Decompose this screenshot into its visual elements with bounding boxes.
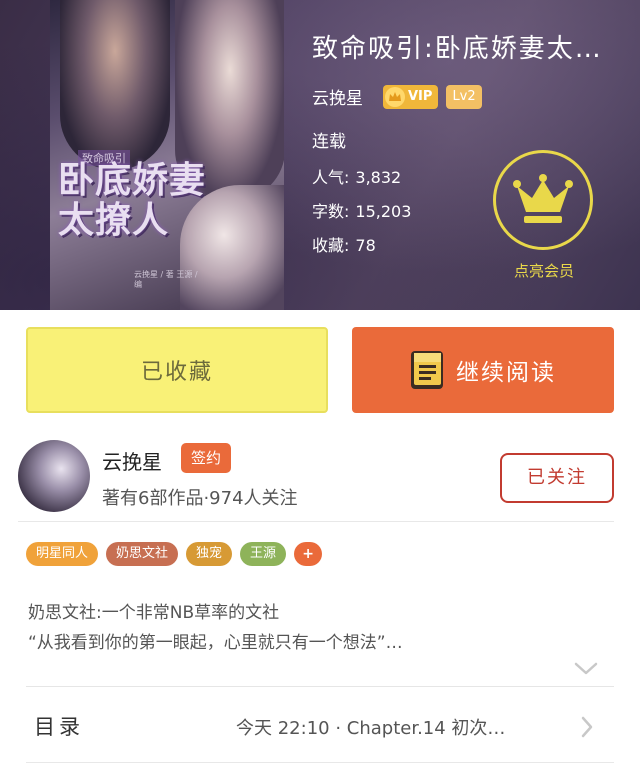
stat-key: 人气: [312, 168, 350, 187]
stat-value: 15,203 [355, 202, 412, 221]
divider [26, 686, 614, 687]
follow-button[interactable]: 已关注 [500, 453, 614, 503]
author-meta: 著有6部作品·974人关注 [102, 488, 298, 509]
tag-list: 明星同人 奶思文社 独宠 王源 + [26, 542, 323, 566]
collect-button[interactable]: 已收藏 [26, 327, 328, 413]
tag[interactable]: 王源 [240, 542, 287, 566]
book-icon [411, 351, 443, 389]
description-line: 奶思文社:一个非常NB草率的文社 [28, 603, 280, 623]
author-link[interactable]: 云挽星 [312, 84, 363, 109]
toc-label[interactable]: 目录 [34, 711, 84, 741]
description-line: “从我看到你的第一眼起，心里就只有一个想法”… [28, 633, 403, 653]
add-tag-button[interactable]: + [294, 542, 323, 566]
stat-value: 3,832 [355, 168, 402, 187]
avatar[interactable] [18, 440, 90, 512]
vip-label: VIP [408, 89, 433, 104]
divider [18, 521, 614, 522]
cover-figure [60, 0, 170, 170]
tag[interactable]: 明星同人 [26, 542, 99, 566]
read-label: 继续阅读 [456, 360, 556, 386]
stat-word-count: 字数: 15,203 [312, 198, 411, 222]
book-cover[interactable]: 致命吸引 卧底娇妻太撩人 云挽星 / 著 王源 / 编 [50, 0, 284, 310]
cover-credits: 云挽星 / 著 王源 / 编 [134, 270, 198, 289]
tag[interactable]: 独宠 [186, 542, 233, 566]
book-header: 致命吸引 卧底娇妻太撩人 云挽星 / 著 王源 / 编 致命吸引:卧底娇妻太… … [0, 0, 640, 310]
chevron-right-icon[interactable] [580, 716, 594, 738]
continue-reading-button[interactable]: 继续阅读 [352, 327, 614, 413]
serial-status: 连载 [312, 132, 346, 152]
stat-favorites: 收藏: 78 [312, 232, 376, 256]
stat-key: 字数: [312, 202, 350, 221]
tag[interactable]: 奶思文社 [106, 542, 179, 566]
author-row: 云挽星 VIP Lv2 [312, 84, 482, 109]
book-title: 致命吸引:卧底娇妻太… [312, 34, 603, 64]
member-crown-button[interactable] [493, 150, 593, 250]
stat-value: 78 [355, 236, 376, 255]
divider [26, 762, 614, 763]
author-name[interactable]: 云挽星 [102, 446, 162, 475]
level-badge: Lv2 [446, 84, 482, 109]
cover-title: 卧底娇妻太撩人 [58, 159, 207, 241]
stat-key: 收藏: [312, 236, 350, 255]
vip-badge: VIP [383, 84, 439, 109]
signed-badge: 签约 [181, 443, 232, 473]
stat-popularity: 人气: 3,832 [312, 164, 401, 188]
collect-label: 已收藏 [140, 360, 213, 385]
chevron-down-icon[interactable] [574, 662, 598, 676]
crown-icon [385, 86, 405, 107]
latest-chapter[interactable]: 今天 22:10 · Chapter.14 初次… [236, 714, 556, 740]
member-label[interactable]: 点亮会员 [497, 260, 591, 281]
crown-icon [513, 174, 573, 223]
